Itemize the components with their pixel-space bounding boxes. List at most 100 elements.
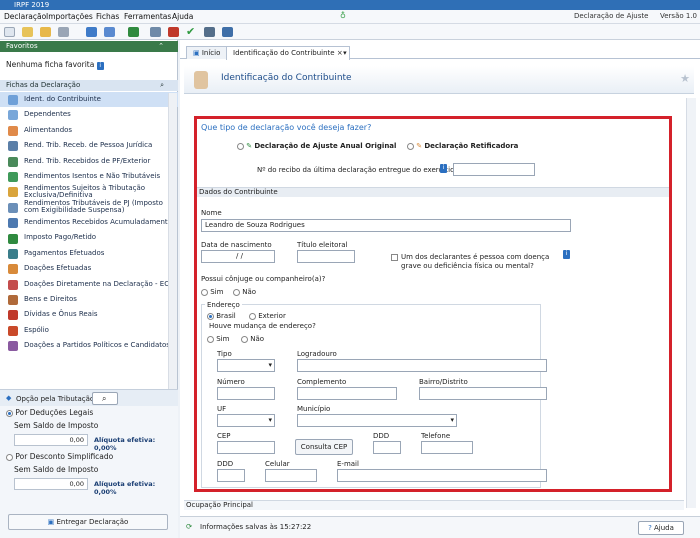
declaration-question: Que tipo de declaração você deseja fazer… [201, 123, 372, 132]
book-icon[interactable] [222, 27, 233, 37]
sidebar-item[interactable]: Rendimentos Tributáveis de PJ (Imposto c… [0, 199, 178, 215]
help-button[interactable]: ? Ajuda [638, 521, 684, 535]
sidebar-scrollbar[interactable] [168, 93, 177, 391]
sidebar-item[interactable]: Dependentes [0, 107, 178, 122]
telefone-input[interactable] [421, 441, 473, 454]
option-original-label: Declaração de Ajuste Anual Original [254, 142, 397, 150]
main-scrollbar[interactable] [686, 98, 696, 508]
sidebar-item[interactable]: Doações Diretamente na Declaração - ECA [0, 277, 178, 292]
sidebar-item[interactable]: Rendimentos Isentos e Não Tributáveis [0, 169, 178, 184]
complemento-input[interactable] [297, 387, 397, 400]
sidebar-item[interactable]: Ident. do Contribuinte [0, 92, 178, 108]
ficha-icon [8, 264, 18, 275]
cep-label: CEP [217, 432, 231, 440]
star-icon[interactable]: ★ [680, 72, 690, 85]
collapse-icon[interactable]: ⌃ [158, 41, 164, 52]
new-icon[interactable] [4, 27, 15, 37]
favorites-header-label: Favoritos [6, 42, 38, 50]
spouse-yes[interactable]: Sim [201, 288, 223, 296]
ddd-phone-input[interactable] [373, 441, 401, 454]
fichas-header[interactable]: Fichas da Declaração ⌕ [0, 80, 178, 91]
search-icon[interactable]: ⌕ [160, 80, 164, 91]
spouse-no-radio[interactable] [233, 288, 240, 296]
simplified-radio[interactable] [6, 453, 13, 461]
legal-option[interactable]: Por Deduções Legais [6, 408, 93, 417]
transmit-icon[interactable] [128, 27, 139, 37]
celular-label: Celular [265, 460, 290, 468]
sidebar-item[interactable]: Imposto Pago/Retido [0, 231, 178, 246]
sidebar-item[interactable]: Alimentandos [0, 123, 178, 138]
municipio-select[interactable] [297, 414, 457, 427]
import-icon[interactable] [86, 27, 97, 37]
consulta-cep-button[interactable]: Consulta CEP [295, 439, 353, 455]
sidebar-item[interactable]: Doações a Partidos Políticos e Candidato… [0, 338, 178, 353]
uf-select[interactable] [217, 414, 275, 427]
sidebar-item[interactable]: Bens e Direitos [0, 292, 178, 307]
tipo-select[interactable] [217, 359, 275, 372]
legal-radio[interactable] [6, 409, 13, 417]
legal-sub: Sem Saldo de Imposto [14, 421, 99, 430]
voter-input[interactable] [297, 250, 355, 263]
brasil-radio[interactable] [207, 312, 214, 320]
menu-fichas[interactable]: Fichas [96, 12, 119, 21]
close-icon[interactable]: × [337, 49, 343, 57]
change-yes-radio[interactable] [207, 335, 214, 343]
name-input[interactable]: Leandro de Souza Rodrigues [201, 219, 571, 232]
menu-declaracao[interactable]: Declaração [4, 12, 46, 21]
birth-input[interactable]: / / [201, 250, 275, 263]
change-no[interactable]: Não [241, 335, 264, 343]
exterior-radio[interactable] [249, 312, 256, 320]
favorites-empty-text: Nenhuma ficha favorita [6, 60, 95, 69]
calculator-icon[interactable] [204, 27, 215, 37]
disability-checkbox[interactable] [391, 254, 398, 261]
sidebar-item[interactable]: Rend. Trib. Receb. de Pessoa Jurídica [0, 138, 178, 153]
sidebar-item[interactable]: Espólio [0, 323, 178, 338]
print-icon[interactable] [150, 27, 161, 37]
logradouro-input[interactable] [297, 359, 547, 372]
sidebar-item[interactable]: Rendimentos Recebidos Acumuladamente [0, 215, 178, 230]
tab-bar: ▣ Início Identificação do Contribuinte × [180, 44, 700, 60]
info-icon[interactable]: i [96, 62, 104, 70]
spouse-yes-radio[interactable] [201, 288, 208, 296]
sidebar-item[interactable]: Dívidas e Ônus Reais [0, 307, 178, 322]
name-label: Nome [201, 209, 222, 217]
pdf-icon[interactable] [168, 27, 179, 37]
retificadora-radio[interactable] [407, 142, 414, 150]
simplified-value: 0,00 [14, 478, 88, 490]
email-input[interactable] [337, 469, 547, 482]
ddd-cell-input[interactable] [217, 469, 245, 482]
search-taxation-button[interactable]: ⌕ [92, 392, 118, 405]
address-exterior[interactable]: Exterior [249, 312, 286, 320]
open-icon[interactable] [22, 27, 33, 37]
option-retificadora[interactable]: ✎ Declaração Retificadora [407, 142, 518, 150]
tab-inicio[interactable]: ▣ Início [186, 46, 228, 59]
menu-importacoes[interactable]: Importações [46, 12, 93, 21]
submit-declaration-button[interactable]: ▣ Entregar Declaração [8, 514, 168, 530]
simplified-option[interactable]: Por Desconto Simplificado [6, 452, 113, 461]
check-icon[interactable]: ✔ [186, 25, 195, 38]
cep-input[interactable] [217, 441, 275, 454]
receipt-input[interactable] [453, 163, 535, 176]
tab-identificacao[interactable]: Identificação do Contribuinte × [226, 46, 350, 60]
menu-ajuda[interactable]: Ajuda [172, 12, 193, 21]
numero-input[interactable] [217, 387, 275, 400]
delete-icon[interactable] [58, 27, 69, 37]
menu-ferramentas[interactable]: Ferramentas [124, 12, 171, 21]
folder-icon[interactable] [40, 27, 51, 37]
original-radio[interactable] [237, 142, 244, 150]
copy-icon[interactable] [104, 27, 115, 37]
celular-input[interactable] [265, 469, 317, 482]
spouse-no[interactable]: Não [233, 288, 256, 296]
change-no-radio[interactable] [241, 335, 248, 343]
sidebar-item[interactable]: Rendimentos Sujeitos à Tributação Exclus… [0, 184, 178, 199]
bairro-input[interactable] [419, 387, 547, 400]
address-brasil[interactable]: Brasil [207, 312, 236, 320]
sidebar-item[interactable]: Pagamentos Efetuados [0, 246, 178, 261]
favorites-header[interactable]: Favoritos ⌃ [0, 41, 178, 52]
option-original[interactable]: ✎ Declaração de Ajuste Anual Original [237, 142, 396, 150]
info-icon[interactable]: i [440, 164, 447, 173]
sidebar-item[interactable]: Rend. Trib. Recebidos de PF/Exterior [0, 154, 178, 169]
sidebar-item[interactable]: Doações Efetuadas [0, 261, 178, 276]
change-yes[interactable]: Sim [207, 335, 229, 343]
info-icon[interactable]: i [563, 250, 570, 259]
